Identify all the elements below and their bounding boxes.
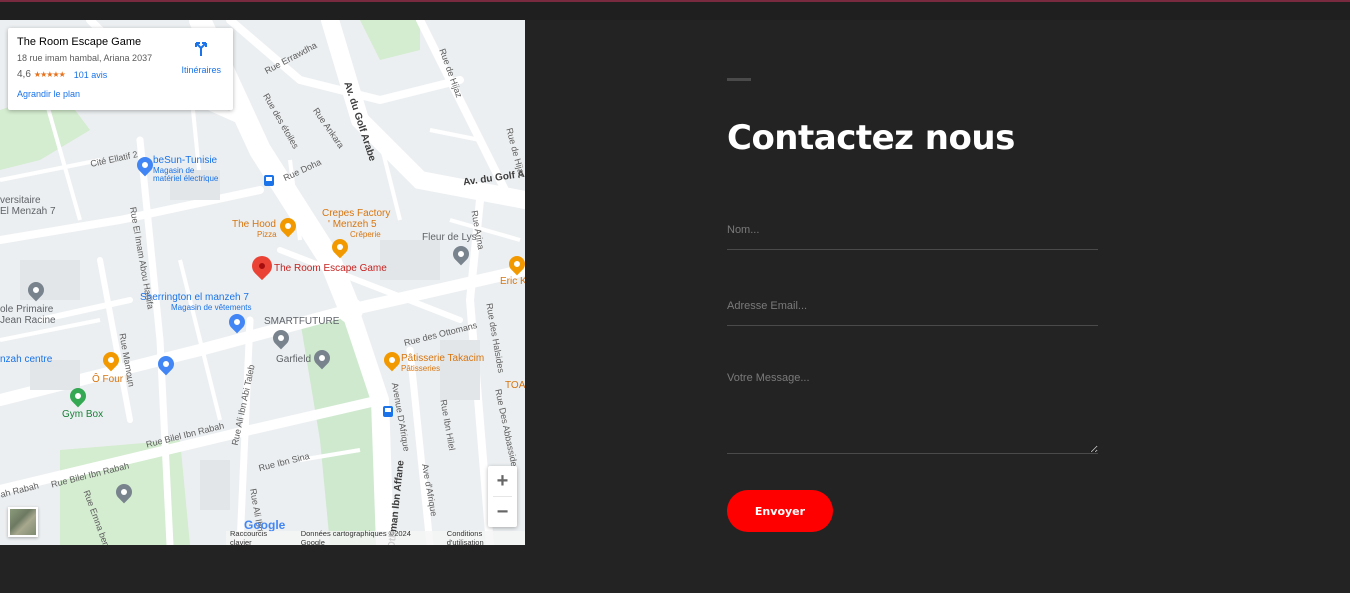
- poi-label[interactable]: Fleur de Lys: [422, 232, 477, 243]
- rating-value: 4,6: [17, 69, 31, 80]
- poi-label[interactable]: Garfield: [276, 354, 311, 365]
- poi-label[interactable]: Gym Box: [62, 409, 103, 420]
- poi-label[interactable]: Pâtisserie Takacim: [401, 353, 484, 364]
- poi-label[interactable]: The Hood: [232, 219, 276, 230]
- message-field[interactable]: [727, 372, 1098, 454]
- poi-label: nzah centre: [0, 354, 53, 365]
- poi-label[interactable]: SMARTFUTURE: [264, 316, 339, 327]
- poi-sublabel: matériel électrique: [153, 174, 219, 183]
- enlarge-map-link[interactable]: Agrandir le plan: [17, 89, 224, 99]
- poi-label[interactable]: Eric K: [500, 276, 525, 287]
- poi-sublabel: Pizza: [257, 230, 277, 239]
- map-footer: Raccourcis clavier Données cartographiqu…: [226, 529, 525, 545]
- poi-sublabel: Pâtisseries: [401, 364, 441, 373]
- email-field[interactable]: [727, 298, 1098, 326]
- poi-sublabel: Magasin de vêtements: [171, 303, 252, 312]
- google-map[interactable]: The Room Escape Game 18 rue imam hambal,…: [0, 20, 525, 545]
- satellite-toggle[interactable]: [8, 507, 38, 537]
- zoom-out-button[interactable]: −: [488, 497, 517, 527]
- poi-label[interactable]: Sherrington el manzeh 7: [140, 292, 249, 303]
- directions-icon: [195, 42, 208, 56]
- poi-label[interactable]: beSun-Tunisie: [153, 155, 217, 166]
- contact-title: Contactez nous: [727, 118, 1015, 158]
- terms-link[interactable]: Conditions d'utilisation: [447, 529, 521, 545]
- poi-label[interactable]: Crepes Factory: [322, 208, 390, 219]
- star-icon: ★★★★★: [33, 70, 66, 79]
- place-info-card: The Room Escape Game 18 rue imam hambal,…: [8, 28, 233, 110]
- bus-stop-icon[interactable]: [264, 175, 274, 186]
- map-data-credit: Données cartographiques ©2024 Google: [300, 529, 411, 545]
- name-field[interactable]: [727, 222, 1098, 250]
- contact-section: Contactez nous Envoyer: [727, 78, 1099, 532]
- poi-label[interactable]: Ô Four !: [92, 374, 129, 385]
- poi-label: versitaire: [0, 195, 41, 206]
- poi-label[interactable]: ' Menzeh 5: [328, 219, 377, 230]
- poi-label: Jean Racine: [0, 315, 56, 326]
- top-strip: [0, 0, 1350, 20]
- directions-button[interactable]: Itinéraires: [181, 38, 221, 75]
- zoom-in-button[interactable]: +: [488, 466, 517, 496]
- send-button[interactable]: Envoyer: [727, 490, 833, 532]
- keyboard-shortcuts-link[interactable]: Raccourcis clavier: [230, 529, 291, 545]
- poi-label[interactable]: The Room Escape Game: [274, 263, 387, 274]
- reviews-link[interactable]: 101 avis: [74, 70, 108, 80]
- bus-stop-icon[interactable]: [383, 406, 393, 417]
- poi-sublabel: Crêperie: [350, 230, 381, 239]
- accent-line: [727, 78, 751, 81]
- poi-label: ole Primaire: [0, 304, 54, 315]
- directions-label: Itinéraires: [181, 65, 221, 75]
- poi-label[interactable]: TOA: [505, 380, 525, 391]
- zoom-controls: + −: [488, 466, 517, 527]
- poi-label: El Menzah 7: [0, 206, 56, 217]
